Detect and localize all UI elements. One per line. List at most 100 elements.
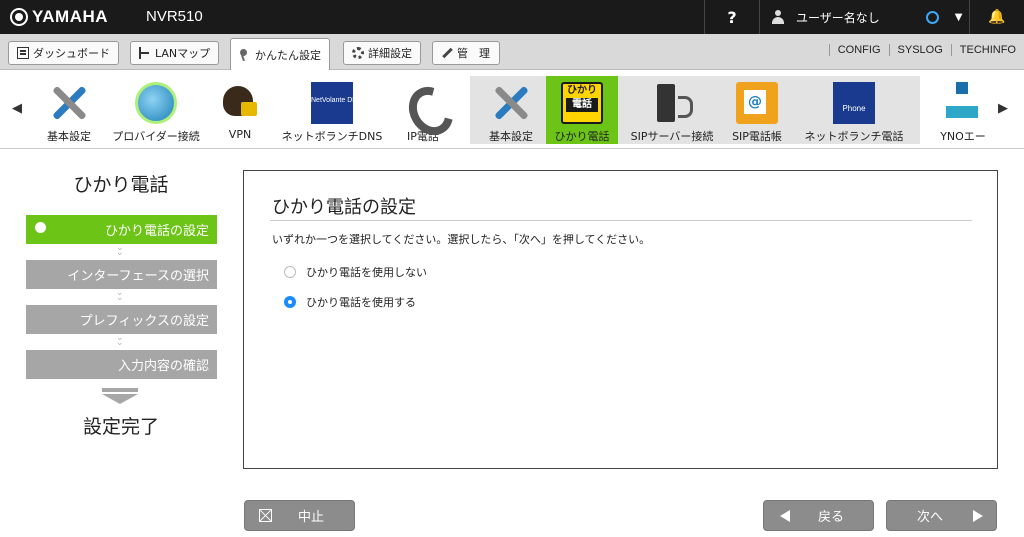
wizard-done-label: 設定完了 — [82, 416, 159, 438]
admin-label: 管 理 — [457, 47, 490, 60]
easy-setup-label: かんたん設定 — [255, 48, 321, 62]
dashboard-icon — [17, 47, 29, 59]
tile-label: ネットボランチ電話 — [804, 130, 904, 143]
user-name: ユーザー名なし — [796, 10, 880, 25]
step-label: インターフェースの選択 — [67, 269, 209, 284]
user-icon — [772, 10, 784, 24]
panel-title: ひかり電話の設定 — [272, 197, 416, 218]
vpn-lock-icon — [219, 82, 261, 124]
tile-netvolante-phone[interactable]: Phone ネットボランチ電話 — [800, 76, 908, 144]
radio-button-selected[interactable] — [284, 296, 296, 308]
config-link[interactable]: CONFIG — [828, 44, 889, 56]
gear-icon — [352, 47, 364, 59]
header-links: CONFIG SYSLOG TECHINFO — [828, 44, 1024, 56]
tile-ip-phone[interactable]: IP電話 — [398, 76, 448, 144]
phone-icon — [402, 82, 444, 124]
lan-map-icon — [139, 47, 151, 59]
tile-yno-agent[interactable]: YNOエー — [936, 76, 990, 144]
divider — [270, 220, 972, 221]
current-step-dot-icon — [35, 222, 46, 233]
dashboard-label: ダッシュボード — [33, 47, 110, 60]
step-chevron-icon: ⌄ ⌄ — [116, 243, 124, 258]
scroll-left-arrow-icon[interactable]: ◀ — [12, 101, 22, 116]
tile-label: VPN — [228, 128, 252, 141]
ddns-icon: NetVolante DDNS Service — [311, 82, 392, 124]
step-label: 入力内容の確認 — [117, 359, 209, 374]
wrench-icon — [441, 47, 453, 59]
hikari-phone-icon: ひかり 電話 — [561, 82, 603, 124]
wizard-step-prefix: プレフィックスの設定 — [26, 305, 217, 334]
wizard-step-confirm: 入力内容の確認 — [26, 350, 217, 379]
panel-description: いずれか一つを選択してください。選択したら、「次へ」を押してください。 — [272, 233, 651, 246]
settings-panel: ひかり電話の設定 いずれか一つを選択してください。選択したら、「次へ」を押してく… — [243, 170, 998, 469]
device-model: NVR510 — [146, 8, 203, 25]
tile-hikari-phone[interactable]: ひかり 電話 ひかり電話 — [546, 76, 618, 144]
status-ring-icon — [925, 10, 939, 24]
step-label: プレフィックスの設定 — [79, 314, 209, 329]
option-not-use-hikari[interactable]: ひかり電話を使用しない — [284, 264, 427, 280]
user-menu[interactable]: ユーザー名なし ▼ — [759, 0, 969, 34]
yamaha-tuning-fork-icon — [10, 8, 28, 26]
feature-icon-strip: ◀ 基本設定 プロバイダー接続 VPN NetVolante DDNS Serv… — [0, 71, 1024, 149]
back-label: 戻る — [818, 510, 845, 525]
netvolante-phone-icon: Phone — [833, 82, 875, 124]
wizard-step-interface: インターフェースの選択 — [26, 260, 217, 289]
option-label: ひかり電話を使用する — [306, 296, 416, 309]
dashboard-button[interactable]: ダッシュボード — [8, 41, 119, 65]
lan-map-label: LANマップ — [155, 47, 211, 60]
tile-label: ひかり電話 — [554, 130, 610, 143]
lan-map-button[interactable]: LANマップ — [130, 41, 220, 65]
advanced-settings-label: 詳細設定 — [368, 47, 412, 60]
tile-vpn[interactable]: VPN — [215, 76, 265, 144]
admin-button[interactable]: 管 理 — [432, 41, 500, 65]
yno-icon — [942, 82, 984, 124]
arrow-right-icon — [973, 509, 984, 522]
advanced-settings-button[interactable]: 詳細設定 — [343, 41, 421, 65]
top-bar: YAMAHA NVR510 ? ユーザー名なし ▼ 🔔 — [0, 0, 1024, 34]
arrow-left-icon — [780, 509, 790, 522]
tile-phone-basic-settings[interactable]: 基本設定 — [482, 76, 540, 144]
wizard-wand-icon — [239, 48, 251, 61]
scroll-right-arrow-icon[interactable]: ▶ — [998, 101, 1008, 116]
chevron-down-icon: ▼ — [954, 11, 963, 23]
tile-sip-server[interactable]: SIPサーバー接続 — [626, 76, 718, 144]
option-use-hikari[interactable]: ひかり電話を使用する — [284, 294, 416, 310]
cancel-label: 中止 — [298, 510, 325, 525]
yamaha-logo: YAMAHA — [10, 7, 108, 27]
step-label: ひかり電話の設定 — [104, 224, 209, 239]
easy-setup-tab[interactable]: かんたん設定 — [230, 38, 330, 70]
brand-name: YAMAHA — [32, 7, 109, 26]
techinfo-link[interactable]: TECHINFO — [950, 44, 1024, 56]
tile-provider-connection[interactable]: プロバイダー接続 — [108, 76, 204, 144]
wizard-title: ひかり電話 — [73, 174, 169, 196]
tile-label: 基本設定 — [47, 130, 91, 143]
close-box-icon — [259, 509, 272, 522]
hikari-icon-text: ひかり — [567, 85, 597, 96]
tile-label: SIP電話帳 — [732, 130, 782, 143]
denwa-icon-text: 電話 — [566, 98, 598, 112]
back-button[interactable]: 戻る — [763, 500, 874, 531]
cancel-button[interactable]: 中止 — [244, 500, 355, 531]
main-menu-bar: ダッシュボード LANマップ かんたん設定 詳細設定 管 理 CONFIG SY… — [0, 34, 1024, 70]
tile-label: プロバイダー接続 — [112, 130, 200, 143]
wizard-step-hikari-setting: ひかり電話の設定 — [26, 215, 217, 244]
tile-sip-phonebook[interactable]: SIP電話帳 — [726, 76, 788, 144]
notification-bell-icon[interactable]: 🔔 — [969, 0, 1024, 34]
help-button[interactable]: ? — [704, 0, 759, 34]
tools-icon — [490, 82, 532, 124]
tools-icon — [48, 82, 90, 124]
tile-label: 基本設定 — [489, 130, 533, 143]
step-chevron-icon: ⌄ ⌄ — [116, 288, 124, 303]
next-label: 次へ — [917, 510, 944, 525]
next-button[interactable]: 次へ — [886, 500, 997, 531]
tile-label: SIPサーバー接続 — [630, 130, 714, 143]
syslog-link[interactable]: SYSLOG — [888, 44, 951, 56]
tile-netvolante-dns[interactable]: NetVolante DDNS Service ネットボランチDNS — [278, 76, 392, 144]
tile-label: YNOエー — [940, 130, 986, 143]
sip-server-icon — [651, 82, 693, 124]
done-arrow-icon — [102, 388, 138, 406]
address-book-icon — [736, 82, 778, 124]
option-label: ひかり電話を使用しない — [306, 266, 427, 279]
tile-basic-settings[interactable]: 基本設定 — [38, 76, 100, 144]
radio-button[interactable] — [284, 266, 296, 278]
